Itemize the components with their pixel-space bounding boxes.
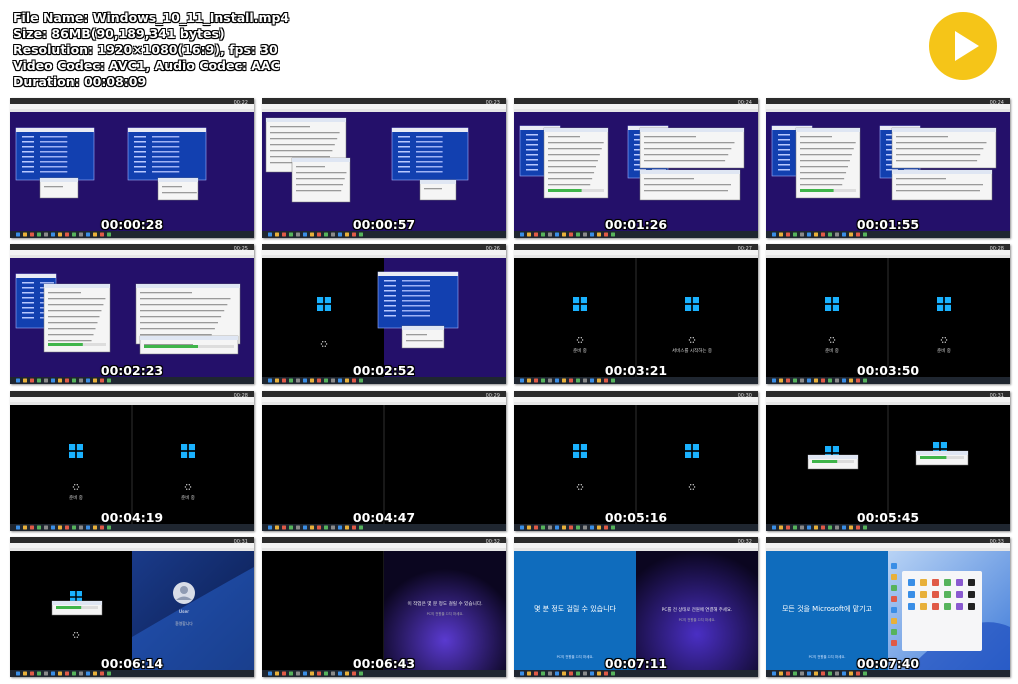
taskbar [766,524,1010,531]
video-thumbnail[interactable]: 00:22 00:00:28 [10,98,254,238]
thumbnail-grid: 00:22 00:00:28 00:23 00:00:57 00:24 00:01:2… [0,0,1018,684]
taskbar [766,231,1010,238]
screen-clock: 00:33 [989,539,1004,545]
screen-clock: 00:24 [989,100,1004,106]
video-thumbnail[interactable]: 00:31 00:05:45 [766,391,1010,531]
screen-clock: 00:23 [485,100,500,106]
thumbnail-timestamp: 00:06:43 [352,656,416,671]
video-thumbnail[interactable]: 00:24 00:01:26 [514,98,758,238]
thumbnail-timestamp: 00:03:21 [604,363,668,378]
thumbnail-timestamp: 00:02:23 [100,363,164,378]
screen-clock: 00:25 [233,246,248,252]
taskbar [262,524,506,531]
screen-clock: 00:26 [485,246,500,252]
taskbar [514,524,758,531]
thumbnail-timestamp: 00:05:16 [604,510,668,525]
screen-caption: 준비 중 [69,494,83,501]
screen-caption: 이 작업은 몇 분 정도 걸릴 수 있습니다. [407,600,482,607]
screen-caption: 환영합니다 [175,621,193,626]
screen-clock: 00:28 [233,393,248,399]
screen-clock: 00:29 [485,393,500,399]
screen-caption: 준비 중 [573,347,587,354]
screen-caption: PC의 전원을 끄지 마세요. [427,611,464,616]
screen-clock: 00:32 [737,539,752,545]
taskbar [514,670,758,677]
thumbnail-timestamp: 00:00:28 [100,217,164,232]
thumbnail-timestamp: 00:01:55 [856,217,920,232]
thumbnail-timestamp: 00:07:40 [856,656,920,671]
screen-clock: 00:28 [989,246,1004,252]
taskbar [10,524,254,531]
video-thumbnail[interactable]: 00:23 00:00:57 [262,98,506,238]
screen-caption: 모든 것을 Microsoft에 맡기고 [782,604,873,613]
video-thumbnail[interactable]: 준비 중 준비 중 00:28 00:04:19 [10,391,254,531]
screen-clock: 00:30 [737,393,752,399]
screen-caption: 몇 분 정도 걸릴 수 있습니다 [534,604,617,613]
taskbar [766,670,1010,677]
screen-clock: 00:24 [737,100,752,106]
taskbar [10,377,254,384]
taskbar [262,377,506,384]
taskbar [514,377,758,384]
video-thumbnail[interactable]: User 환영합니다 00:31 00:06:14 [10,537,254,677]
screen-caption: 준비 중 [825,347,839,354]
taskbar [766,377,1010,384]
video-thumbnail[interactable]: 몇 분 정도 걸릴 수 있습니다 PC의 전원을 끄지 마세요. PC를 전 상태… [514,537,758,677]
video-thumbnail[interactable]: 이 작업은 몇 분 정도 걸릴 수 있습니다. PC의 전원을 끄지 마세요. 00… [262,537,506,677]
taskbar [10,231,254,238]
screen-clock: 00:22 [233,100,248,106]
thumbnail-timestamp: 00:06:14 [100,656,164,671]
video-thumbnail[interactable]: 00:25 00:02:23 [10,244,254,384]
video-thumbnail[interactable]: 모든 것을 Microsoft에 맡기고 PC의 전원을 끄지 마세요. 00:3… [766,537,1010,677]
screen-clock: 00:31 [989,393,1004,399]
screen-caption: 준비 중 [181,494,195,501]
taskbar [10,670,254,677]
screen-clock: 00:31 [233,539,248,545]
thumbnail-timestamp: 00:07:11 [604,656,668,671]
thumbnail-timestamp: 00:01:26 [604,217,668,232]
thumbnail-timestamp: 00:00:57 [352,217,416,232]
screen-caption: PC의 전원을 끄지 마세요. [679,617,716,622]
thumbnail-timestamp: 00:05:45 [856,510,920,525]
video-thumbnail[interactable]: 준비 중 서비스를 시작하는 중 00:27 00:03:21 [514,244,758,384]
video-thumbnail[interactable]: 준비 중 준비 중 00:28 00:03:50 [766,244,1010,384]
screen-clock: 00:27 [737,246,752,252]
video-thumbnail[interactable]: 00:30 00:05:16 [514,391,758,531]
screen-caption: User [179,609,189,615]
taskbar [262,231,506,238]
screen-caption: 준비 중 [937,347,951,354]
video-thumbnail[interactable]: 00:26 00:02:52 [262,244,506,384]
taskbar [262,670,506,677]
screen-caption: PC를 전 상태로 전원에 연결해 주세요. [662,606,733,613]
screen-clock: 00:32 [485,539,500,545]
thumbnail-timestamp: 00:04:19 [100,510,164,525]
screen-caption: 서비스를 시작하는 중 [672,347,712,354]
video-thumbnail[interactable]: 00:29 00:04:47 [262,391,506,531]
taskbar [514,231,758,238]
video-thumbnail[interactable]: 00:24 00:01:55 [766,98,1010,238]
thumbnail-timestamp: 00:03:50 [856,363,920,378]
thumbnail-timestamp: 00:04:47 [352,510,416,525]
thumbnail-timestamp: 00:02:52 [352,363,416,378]
